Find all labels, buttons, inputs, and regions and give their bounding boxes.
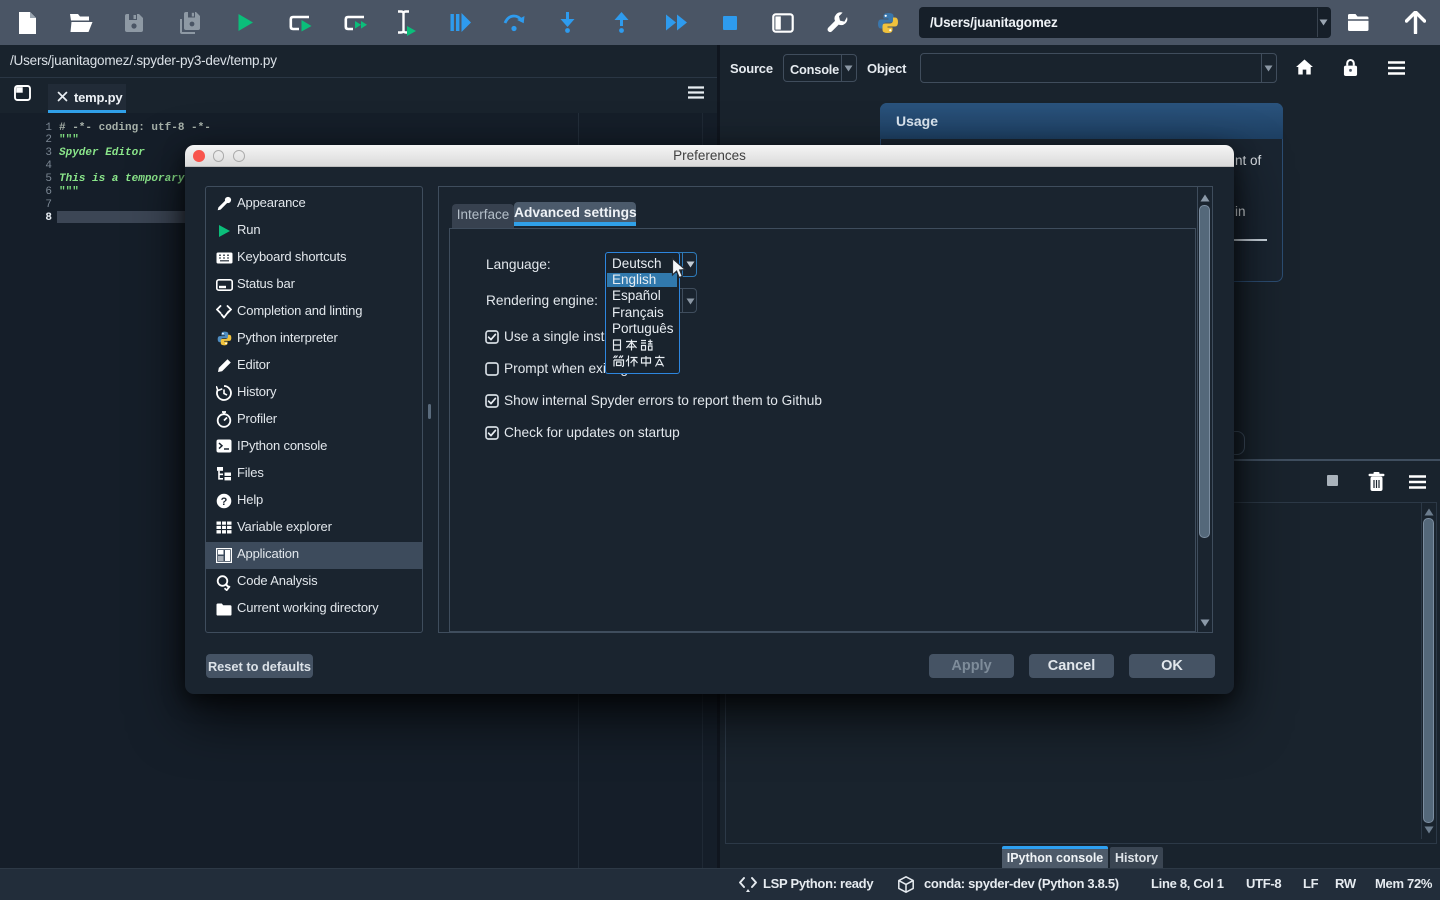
svg-text:?: ? xyxy=(221,496,228,508)
